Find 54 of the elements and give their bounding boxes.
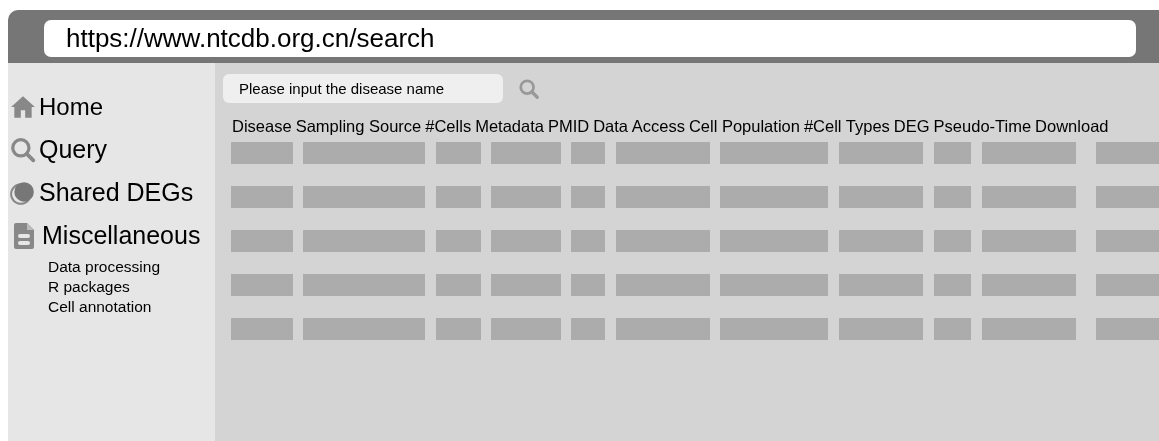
placeholder-bar (231, 318, 293, 340)
placeholder-bar (231, 274, 293, 296)
placeholder-bar (571, 186, 605, 208)
placeholder-bar (1096, 186, 1159, 208)
column-header: DEG (893, 117, 930, 136)
placeholder-bar (436, 142, 481, 164)
placeholder-bar (436, 318, 481, 340)
placeholder-bar (571, 318, 605, 340)
placeholder-bar (1096, 230, 1159, 252)
placeholder-bar (934, 318, 971, 340)
search-icon (10, 136, 36, 163)
column-header: PMID (547, 117, 590, 136)
placeholder-bar (491, 318, 561, 340)
placeholder-bar (571, 142, 605, 164)
address-bar[interactable]: https://www.ntcdb.org.cn/search (44, 20, 1136, 57)
placeholder-bar (231, 186, 293, 208)
placeholder-bar (934, 274, 971, 296)
placeholder-bar (231, 142, 293, 164)
placeholder-bar (491, 186, 561, 208)
search-icon[interactable] (518, 77, 540, 100)
placeholder-bar (1096, 274, 1159, 296)
search-field[interactable]: Please input the disease name (223, 74, 503, 103)
placeholder-bar (934, 186, 971, 208)
nav-link[interactable]: Shared DEGs (39, 178, 194, 207)
placeholder-bar (436, 186, 481, 208)
column-header: Sampling Source (295, 117, 422, 136)
placeholder-bar (1096, 318, 1159, 340)
column-header: Cell Population (688, 117, 800, 136)
placeholder-bar (491, 230, 561, 252)
placeholder-bar (436, 274, 481, 296)
column-header: #Cell Types (803, 117, 890, 136)
placeholder-bar (571, 274, 605, 296)
placeholder-bar (231, 230, 293, 252)
column-header: Pseudo-Time (933, 117, 1032, 136)
nav-link[interactable]: Miscellaneous (42, 221, 201, 250)
column-header: Download (1035, 117, 1109, 136)
placeholder-bar (934, 230, 971, 252)
nav-link[interactable]: Query (39, 135, 108, 164)
placeholder-bar (571, 230, 605, 252)
document-icon (14, 222, 34, 249)
sub-nav-link[interactable]: Cell annotation (10, 297, 215, 317)
column-header: #Cells (425, 117, 472, 136)
sub-nav-link[interactable]: Data processing (10, 257, 215, 277)
placeholder-bar (1096, 142, 1159, 164)
placeholder-bar (491, 142, 561, 164)
placeholder-bar (491, 274, 561, 296)
overlapping-circles-icon (10, 179, 36, 206)
column-header: Disease (232, 117, 292, 136)
column-header: Data Access (593, 117, 685, 136)
placeholder-bar (934, 142, 971, 164)
sub-nav-link[interactable]: R packages (10, 277, 215, 297)
placeholder-bar (436, 230, 481, 252)
nav-link[interactable]: Home (39, 92, 104, 121)
column-header: Metadata (475, 117, 544, 136)
